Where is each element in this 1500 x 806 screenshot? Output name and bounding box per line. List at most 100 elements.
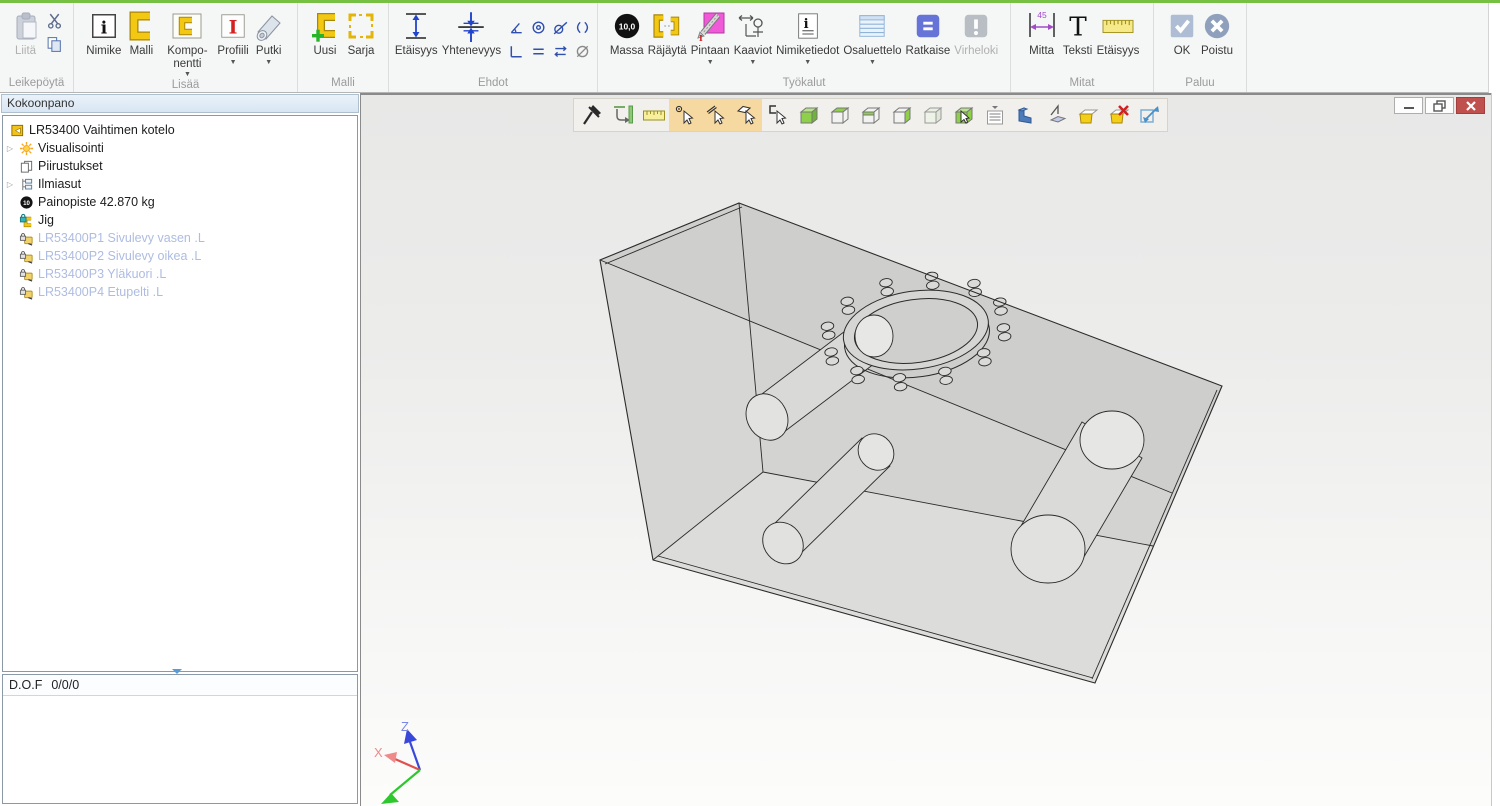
x-axis-label: X [374,745,383,760]
parallel-constraint-button[interactable] [527,39,549,63]
tree-item-part-p3[interactable]: LR53400P3 Yläkuori .L [3,265,357,283]
dropdown-arrow-icon: ▼ [184,71,191,78]
pintaan-button[interactable]: I Pintaan ▼ [689,5,732,76]
drawings-icon [17,159,35,174]
tray-delete-button[interactable] [1103,99,1134,131]
cut-scissors-icon [46,12,63,29]
select-component-button[interactable] [762,99,793,131]
komponentti-button[interactable]: Kompo-nentti ▼ [159,5,215,78]
ribbon-group-tyokalut: 10,0 Massa Räjäytä I Pintaan ▼ [598,3,1011,92]
massa-button[interactable]: 10,0 Massa [608,5,646,76]
minimize-icon [1399,99,1419,113]
nimike-button[interactable]: i Nimike [84,5,123,78]
dimension-icon: 45 [1025,7,1059,45]
ruler-icon [1100,7,1136,45]
view-list-button[interactable] [979,99,1010,131]
sketch-plane-button[interactable] [1041,99,1072,131]
symmetry-constraint-button[interactable] [571,15,593,39]
model-flange-hole[interactable] [855,315,893,357]
tree-item-part-p4[interactable]: LR53400P4 Etupelti .L [3,283,357,301]
profile-beam-icon: I [218,7,248,45]
part-locked-icon [17,231,35,246]
dropdown-arrow-icon: ▼ [707,59,714,66]
svg-text:I: I [229,17,238,39]
paste-button[interactable]: Liitä [8,5,44,76]
profiili-button[interactable]: I Profiili ▼ [215,5,250,78]
etaisyys-constraint-button[interactable]: Etäisyys [393,5,440,76]
virheloki-button[interactable]: Virheloki [952,5,1000,76]
viewport-3d[interactable]: Z X [360,93,1491,806]
select-body-button[interactable] [948,99,979,131]
cube-left-edge-button[interactable] [855,99,886,131]
dof-label: D.O.F [9,678,42,692]
expand-arrow-icon[interactable]: ▷ [3,144,17,153]
putki-button[interactable]: Putki ▼ [251,5,287,78]
mitta-button[interactable]: 45 Mitta [1023,5,1061,76]
ribbon-group-label: Ehdot [389,76,597,92]
yhtenevyys-constraint-button[interactable]: Yhtenevyys [440,5,503,76]
cube-solid-button[interactable] [793,99,824,131]
profile-part-button[interactable] [1010,99,1041,131]
dof-value: 0/0/0 [51,678,79,692]
restore-button[interactable] [1425,97,1454,114]
solve-icon [913,7,943,45]
tree-item-part-p1[interactable]: LR53400P1 Sivulevy vasen .L [3,229,357,247]
tree-item-visualisointi[interactable]: ▷ Visualisointi [3,139,357,157]
tray-button[interactable] [1072,99,1103,131]
cube-top-face-button[interactable] [824,99,855,131]
tree-item-ilmiasut[interactable]: ▷ Ilmiasut [3,175,357,193]
poistu-button[interactable]: Poistu [1199,5,1235,76]
tangent-constraint-button[interactable] [549,15,571,39]
explode-icon [650,7,684,45]
model-c-icon [125,7,157,45]
assembly-icon [8,123,26,138]
teksti-button[interactable]: T Teksti [1061,5,1095,76]
select-face-button[interactable] [731,99,762,131]
y-axis-arrow-icon [381,793,399,804]
angle-constraint-button[interactable] [505,15,527,39]
part-locked-icon [17,285,35,300]
model-scene[interactable]: Z X [361,95,1490,806]
ribbon-group-lisaa: i Nimike Malli Kompo-nentti ▼ I [74,3,298,92]
panel-title: Kokoonpano [1,94,359,113]
ruler-button[interactable] [638,99,669,131]
copy-button[interactable] [44,35,66,53]
osaluettelo-button[interactable]: Osaluettelo ▼ [841,5,903,76]
cut-button[interactable] [44,11,66,29]
z-axis-label: Z [401,719,409,734]
equal-spacing-constraint-button[interactable] [549,39,571,63]
tree-item-root-assembly[interactable]: LR53400 Vaihtimen kotelo [3,121,357,139]
select-edge-button[interactable] [700,99,731,131]
malli-button[interactable]: Malli [123,5,159,78]
etaisyys-measure-button[interactable]: Etäisyys [1095,5,1142,76]
rajayta-button[interactable]: Räjäytä [646,5,689,76]
kaaviot-button[interactable]: Kaaviot ▼ [732,5,774,76]
ribbon-group-paluu: OK Poistu Paluu [1154,3,1247,92]
sarja-button[interactable]: Sarja [343,5,379,76]
expand-arrow-icon[interactable]: ▷ [3,180,17,189]
pin-button[interactable] [576,99,607,131]
concentric-constraint-button[interactable] [527,15,549,39]
nimiketiedot-button[interactable]: i Nimiketiedot ▼ [774,5,841,76]
fit-measure-button[interactable] [607,99,638,131]
tree-item-jig[interactable]: Jig [3,211,357,229]
dropdown-arrow-icon: ▼ [749,59,756,66]
ribbon-group-leikepoyta: Liitä Leikepöytä [0,3,74,92]
ribbon-group-malli: Uusi Sarja Malli [298,3,389,92]
error-log-icon [961,7,991,45]
tree-item-painopiste[interactable]: 10 Painopiste 42.870 kg [3,193,357,211]
uusi-button[interactable]: Uusi [307,5,343,76]
close-button[interactable] [1456,97,1485,114]
minimize-button[interactable] [1394,97,1423,114]
transfer-arrow-button[interactable] [1134,99,1165,131]
ok-button[interactable]: OK [1165,5,1199,76]
perpendicular-constraint-button[interactable] [505,39,527,63]
tree-item-part-p2[interactable]: LR53400P2 Sivulevy oikea .L [3,247,357,265]
ratkaise-button[interactable]: Ratkaise [904,5,953,76]
panel-bottom-box: D.O.F 0/0/0 [2,674,358,804]
select-vertex-button[interactable] [669,99,700,131]
constraint-disabled-button[interactable] [571,39,593,63]
cube-shaded-button[interactable] [917,99,948,131]
tree-item-piirustukset[interactable]: Piirustukset [3,157,357,175]
cube-right-edge-button[interactable] [886,99,917,131]
